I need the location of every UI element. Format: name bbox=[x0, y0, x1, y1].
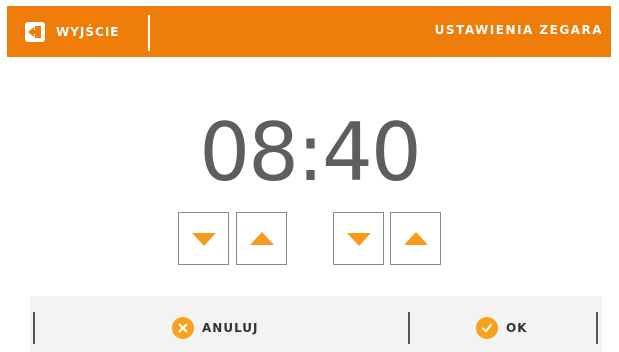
minutes-down-button[interactable] bbox=[333, 212, 384, 265]
triangle-up-icon bbox=[403, 231, 428, 245]
hours-up-button[interactable] bbox=[236, 212, 287, 265]
exit-label: WYJŚCIE bbox=[56, 24, 120, 39]
hours-down-button[interactable] bbox=[178, 212, 229, 265]
cancel-button[interactable]: ANULUJ bbox=[172, 317, 259, 339]
footer-divider-right bbox=[596, 312, 598, 344]
minutes-up-button[interactable] bbox=[390, 212, 441, 265]
top-bar: WYJŚCIE USTAWIENIA ZEGARA bbox=[7, 6, 611, 57]
action-bar: ANULUJ OK bbox=[30, 296, 602, 352]
exit-button[interactable]: WYJŚCIE bbox=[23, 17, 120, 46]
cancel-label: ANULUJ bbox=[202, 321, 259, 335]
triangle-up-icon bbox=[249, 231, 274, 245]
exit-door-icon bbox=[25, 21, 45, 42]
close-circle-icon bbox=[172, 317, 194, 339]
footer-divider-middle bbox=[408, 312, 410, 344]
page-title: USTAWIENIA ZEGARA bbox=[434, 23, 603, 37]
triangle-down-icon bbox=[346, 232, 371, 246]
footer-divider-left bbox=[33, 312, 35, 344]
ok-label: OK bbox=[506, 321, 528, 335]
header-divider bbox=[148, 15, 150, 51]
ok-button[interactable]: OK bbox=[476, 317, 528, 339]
triangle-down-icon bbox=[191, 232, 216, 246]
checkmark-circle-icon bbox=[476, 317, 498, 339]
clock-time: 08:40 bbox=[199, 106, 422, 199]
